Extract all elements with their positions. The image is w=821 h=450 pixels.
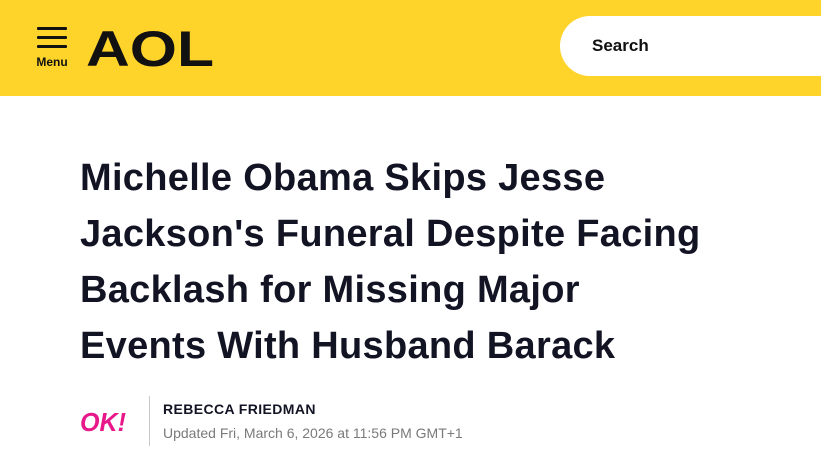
menu-button[interactable]: Menu: [30, 24, 74, 72]
headline-line: Backlash for Missing Major: [80, 269, 580, 311]
updated-timestamp: Updated Fri, March 6, 2026 at 11:56 PM G…: [163, 425, 463, 441]
aol-logo-text: AOL: [86, 26, 214, 70]
headline-line: Jackson's Funeral Despite Facing: [80, 213, 701, 255]
menu-label: Menu: [36, 55, 68, 69]
byline-divider: [149, 396, 150, 446]
headline-line: Events With Husband Barack: [80, 325, 616, 367]
search-box[interactable]: Search: [560, 16, 821, 76]
search-placeholder: Search: [592, 36, 649, 55]
ok-logo-text: OK!: [80, 407, 126, 436]
hamburger-menu-icon: [37, 26, 67, 48]
article-page: Menu AOL Search Michelle Obama Skips Jes…: [0, 0, 821, 450]
headline-line: Michelle Obama Skips Jesse: [80, 157, 606, 199]
aol-logo[interactable]: AOL: [86, 26, 216, 70]
article-headline: Michelle Obama Skips Jesse Jackson's Fun…: [80, 150, 740, 374]
site-header: Menu AOL Search: [0, 0, 821, 96]
byline: OK! REBECCA FRIEDMAN Updated Fri, March …: [80, 396, 680, 450]
ok-magazine-logo[interactable]: OK!: [80, 406, 128, 436]
author-name[interactable]: REBECCA FRIEDMAN: [163, 401, 316, 417]
